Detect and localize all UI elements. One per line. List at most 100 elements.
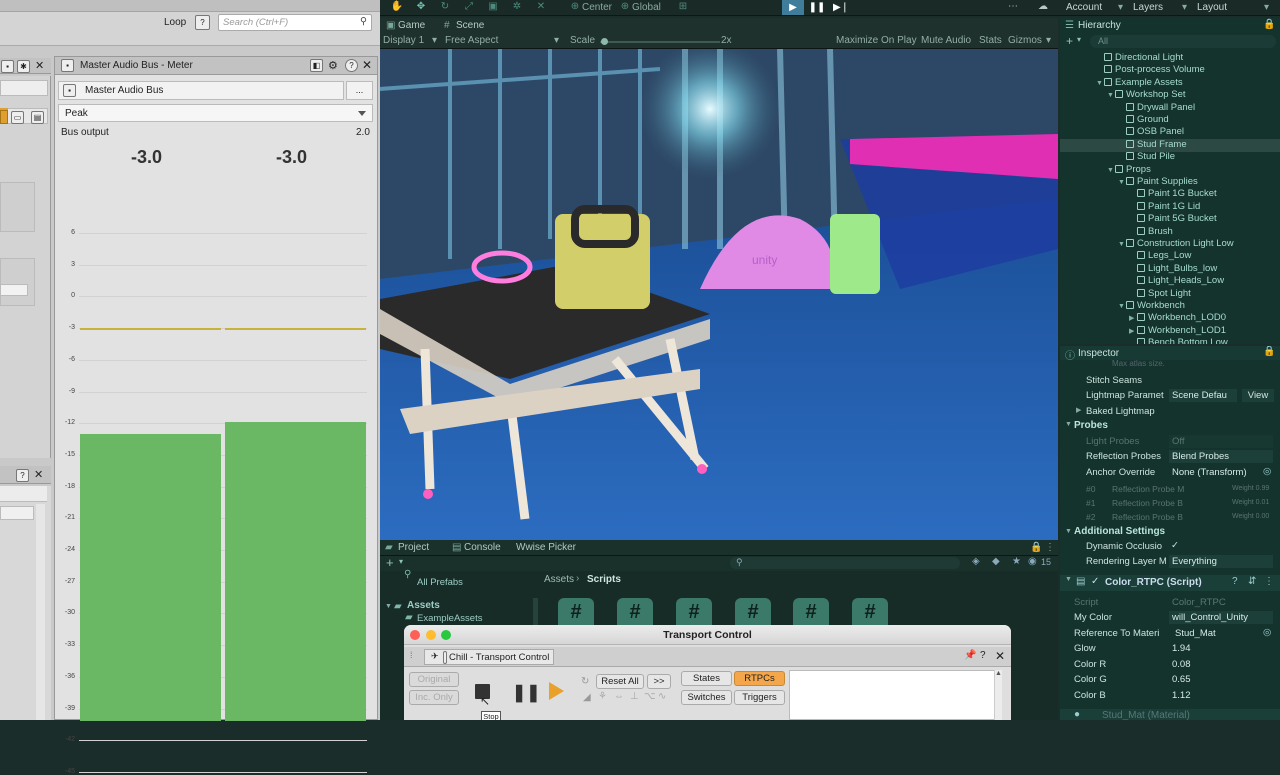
dynamic-occlusion-row[interactable]: Dynamic Occlusio ✓ — [1060, 540, 1280, 554]
maximize-window-button[interactable] — [441, 630, 451, 640]
move-tool-icon[interactable]: ✥ — [414, 1, 428, 14]
hierarchy-item[interactable]: ▼ Paint Supplies — [1118, 176, 1198, 188]
component-header[interactable]: ▼ ▤ ✓ Color_RTPC (Script) ? ⇵ ⋮ — [1060, 575, 1280, 591]
lock-icon[interactable]: ▪ — [1, 60, 14, 73]
hierarchy-item[interactable]: ▼ Workshop Set — [1107, 89, 1186, 101]
side-field[interactable] — [0, 284, 28, 296]
view-button[interactable]: View — [1242, 389, 1274, 402]
color-r-row[interactable]: Color R 0.08 — [1060, 658, 1280, 672]
hierarchy-item[interactable]: ▼ Construction Light Low — [1118, 238, 1234, 250]
lightmap-params-select[interactable]: Scene Defau — [1169, 389, 1237, 402]
reflection-probes-row[interactable]: Reflection Probes Blend Probes — [1060, 450, 1280, 464]
hierarchy-item[interactable]: OSB Panel — [1118, 126, 1184, 138]
more-icon[interactable]: ⋮ — [1264, 576, 1274, 587]
side-field[interactable] — [0, 80, 48, 96]
layers-dropdown[interactable]: Layers — [1133, 2, 1163, 13]
script-asset-icon[interactable]: # — [676, 598, 712, 626]
tab-project[interactable]: Project — [398, 542, 429, 553]
pause-button[interactable]: ❚❚ — [806, 0, 828, 15]
hierarchy-item[interactable]: Drywall Panel — [1118, 102, 1195, 114]
chevron-down-icon[interactable]: ▼ — [1096, 80, 1104, 87]
my-color-row[interactable]: My Color will_Control_Unity — [1060, 611, 1280, 625]
breadcrumb-scripts[interactable]: Scripts — [587, 574, 621, 585]
tab-console[interactable]: Console — [464, 542, 501, 553]
hierarchy-item[interactable]: Directional Light — [1096, 52, 1183, 64]
scale-slider[interactable] — [600, 41, 720, 43]
eye-icon[interactable]: ◉ — [1028, 556, 1037, 567]
more-button[interactable]: >> — [647, 674, 671, 689]
script-asset-icon[interactable]: # — [852, 598, 888, 626]
custom-tool-icon[interactable]: ✕ — [534, 1, 548, 14]
reflection-probes-select[interactable]: Blend Probes — [1169, 450, 1273, 463]
pause-button[interactable]: ❚❚ — [512, 683, 541, 703]
glow-field[interactable]: 1.94 — [1169, 642, 1273, 655]
color-b-field[interactable]: 1.12 — [1169, 689, 1273, 702]
help-icon[interactable]: ? — [980, 650, 986, 661]
chevron-right-icon[interactable]: ▶ — [1129, 327, 1137, 335]
breadcrumb-assets[interactable]: Assets — [544, 574, 574, 585]
assets-folder[interactable]: Assets — [407, 600, 440, 611]
example-assets-folder[interactable]: ExampleAssets — [417, 613, 482, 624]
baked-lightmap-row[interactable]: ▶ Baked Lightmap — [1060, 405, 1280, 419]
preset-icon[interactable]: ⇵ — [1248, 576, 1256, 587]
hierarchy-item[interactable]: ▶ Workbench_LOD0 — [1129, 312, 1226, 324]
aspect-select[interactable]: Free Aspect — [445, 35, 498, 46]
scrollbar[interactable] — [36, 504, 45, 720]
rtpcs-button[interactable]: RTPCs — [734, 671, 785, 686]
mute-toggle[interactable]: Mute Audio — [921, 35, 971, 46]
target-icon[interactable]: ◎ — [1263, 627, 1271, 638]
search-input[interactable]: Search (Ctrl+F) ⚲ — [218, 14, 372, 31]
hierarchy-item[interactable]: Light_Heads_Low — [1129, 275, 1224, 287]
account-dropdown[interactable]: Account — [1066, 2, 1102, 13]
anchor-override-row[interactable]: Anchor Override None (Transform) ◎ — [1060, 466, 1280, 480]
glow-row[interactable]: Glow 1.94 — [1060, 642, 1280, 656]
states-button[interactable]: States — [681, 671, 732, 686]
rendering-layer-row[interactable]: Rendering Layer M Everything — [1060, 555, 1280, 569]
rect-tool-icon[interactable]: ▣ — [486, 1, 500, 14]
chevron-down-icon[interactable]: ▼ — [1107, 167, 1115, 174]
project-search[interactable]: ⚲ — [730, 557, 960, 569]
hierarchy-item[interactable]: Post-process Volume — [1096, 64, 1205, 76]
close-icon[interactable]: ✕ — [995, 649, 1005, 663]
rtpc-scrollbar[interactable]: ▲ — [994, 670, 1002, 720]
browse-button[interactable]: ... — [346, 81, 373, 100]
drag-handle-icon[interactable]: ⁞ — [410, 650, 413, 660]
loop-label[interactable]: Loop — [164, 17, 186, 28]
all-prefabs-item[interactable]: All Prefabs — [417, 577, 463, 588]
color-g-row[interactable]: Color G 0.65 — [1060, 673, 1280, 687]
close-icon[interactable]: ✕ — [362, 58, 372, 72]
check-icon[interactable]: ✓ — [1171, 540, 1179, 551]
meter-mode-select[interactable]: Peak — [58, 104, 373, 122]
lightmap-params-row[interactable]: Lightmap Paramet Scene Defau View — [1060, 389, 1280, 403]
pin-icon[interactable]: 📌 — [964, 650, 976, 661]
reference-row[interactable]: Reference To Materi Stud_Mat ◎ — [1060, 627, 1280, 641]
material-header[interactable]: ● Stud_Mat (Material) — [1060, 709, 1280, 720]
minimize-window-button[interactable] — [426, 630, 436, 640]
hierarchy-item[interactable]: Stud Pile — [1118, 151, 1175, 163]
additional-settings-section[interactable]: Additional Settings — [1074, 526, 1165, 537]
lock-icon[interactable]: 🔒 — [1263, 19, 1275, 30]
hierarchy-item[interactable]: Paint 5G Bucket — [1129, 213, 1217, 225]
tab-scene[interactable]: Scene — [456, 20, 484, 31]
rotate-tool-icon[interactable]: ↻ — [438, 1, 452, 14]
hierarchy-item[interactable]: Paint 1G Bucket — [1129, 188, 1217, 200]
grid-snap-icon[interactable]: ⊞ — [676, 1, 690, 14]
step-button[interactable]: ▶❘ — [830, 0, 852, 15]
hierarchy-item[interactable]: Legs_Low — [1129, 250, 1191, 262]
collab-icon[interactable]: ⋯ — [1006, 1, 1020, 14]
color-b-row[interactable]: Color B 1.12 — [1060, 689, 1280, 703]
settings-icon[interactable]: ✱ — [17, 60, 30, 73]
chevron-down-icon[interactable]: ▼ — [1118, 303, 1126, 310]
hierarchy-search[interactable]: All — [1090, 35, 1276, 48]
hierarchy-item[interactable]: ▼ Props — [1107, 164, 1151, 176]
tab-wwise-picker[interactable]: Wwise Picker — [516, 542, 576, 553]
global-toggle[interactable]: Global — [632, 2, 661, 13]
gizmos-toggle[interactable]: Gizmos — [1008, 35, 1042, 46]
folder-scrollbar[interactable] — [533, 598, 538, 626]
lock-icon[interactable]: 🔒 — [1030, 542, 1042, 553]
add-button[interactable]: + — [1066, 34, 1073, 48]
close-icon[interactable]: ✕ — [34, 468, 43, 481]
scale-slider-handle[interactable] — [601, 38, 608, 45]
chevron-down-icon[interactable]: ▼ — [1107, 92, 1115, 99]
script-asset-icon[interactable]: # — [617, 598, 653, 626]
